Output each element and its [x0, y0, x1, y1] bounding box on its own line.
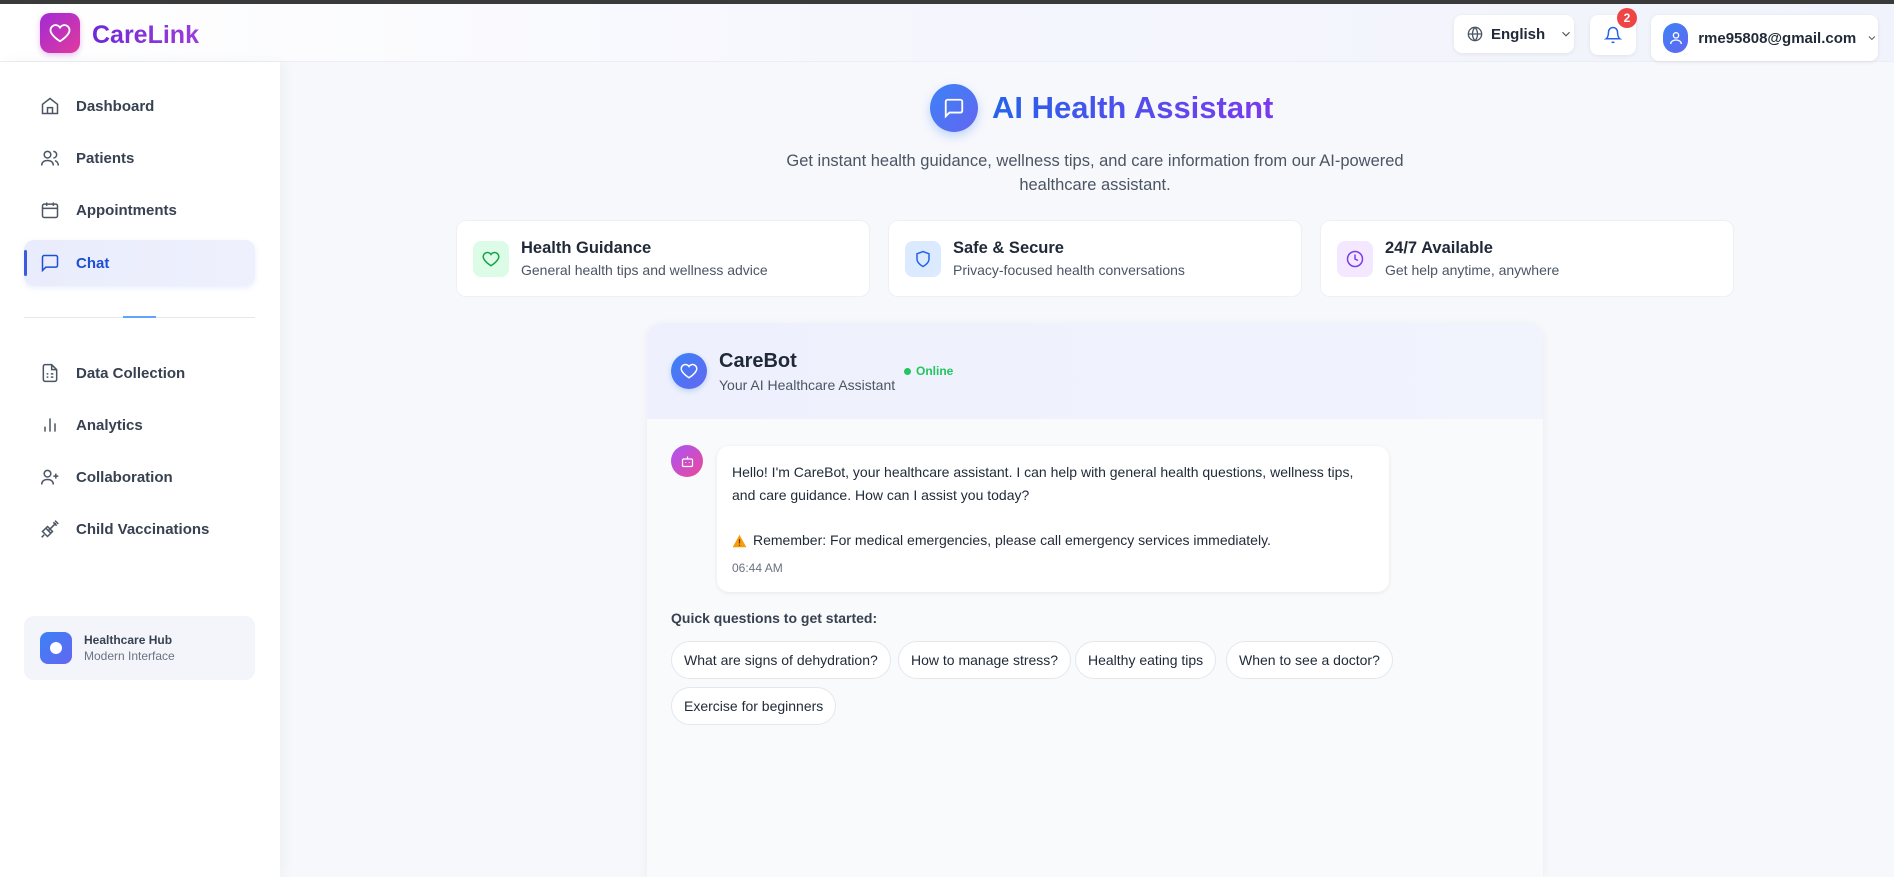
- status-label: Online: [916, 364, 954, 378]
- sidebar-divider-accent: [123, 316, 156, 318]
- status-badge: Online: [904, 364, 953, 378]
- avatar: [1663, 23, 1689, 53]
- heart-icon: [680, 363, 698, 379]
- message-warning: Remember: For medical emergencies, pleas…: [732, 529, 1374, 552]
- sidebar-item-label: Data Collection: [76, 364, 186, 382]
- sidebar-item-analytics[interactable]: Analytics: [24, 402, 255, 448]
- bot-role: Your AI Healthcare Assistant: [719, 377, 896, 393]
- feature-card-safe-secure: Safe & Secure Privacy-focused health con…: [888, 220, 1302, 297]
- sidebar-item-appointments[interactable]: Appointments: [24, 187, 255, 233]
- hub-subtitle: Modern Interface: [84, 649, 175, 663]
- sidebar-item-chat[interactable]: Chat: [24, 240, 255, 286]
- clock-icon: [1337, 240, 1373, 277]
- robot-icon: [681, 456, 693, 467]
- chat-icon: [41, 254, 59, 273]
- top-header: CareLink English 2 rme95808@gmail.com: [0, 4, 1894, 62]
- message-timestamp: 06:44 AM: [732, 561, 783, 575]
- logo[interactable]: [40, 13, 80, 53]
- feature-subtitle: Privacy-focused health conversations: [953, 262, 1185, 278]
- chat-header: CareBot Your AI Healthcare Assistant Onl…: [647, 323, 1543, 419]
- sidebar-item-label: Child Vaccinations: [76, 520, 210, 538]
- quick-question-chip[interactable]: When to see a doctor?: [1226, 641, 1393, 679]
- chevron-down-icon: [1562, 31, 1571, 37]
- hub-title: Healthcare Hub: [84, 633, 173, 647]
- sidebar-item-label: Patients: [76, 149, 135, 167]
- sidebar-item-label: Analytics: [76, 416, 143, 434]
- bot-avatar: [671, 353, 707, 389]
- feature-card-health-guidance: Health Guidance General health tips and …: [456, 220, 870, 297]
- page-title: AI Health Assistant: [992, 90, 1274, 125]
- bot-message-avatar: [671, 445, 703, 477]
- chevron-down-icon: [1868, 36, 1876, 41]
- sidebar-item-dashboard[interactable]: Dashboard: [24, 83, 255, 129]
- user-plus-icon: [40, 469, 59, 485]
- hub-icon: [40, 632, 72, 664]
- quick-question-chip[interactable]: What are signs of dehydration?: [671, 641, 891, 679]
- sidebar-item-label: Appointments: [76, 201, 177, 219]
- sidebar: Dashboard Patients Appointments Chat Dat…: [0, 62, 280, 877]
- feature-subtitle: Get help anytime, anywhere: [1385, 262, 1560, 278]
- quick-question-chip[interactable]: Exercise for beginners: [671, 687, 837, 725]
- document-icon: [42, 363, 58, 383]
- bar-chart-icon: [44, 418, 56, 432]
- syringe-icon: [41, 520, 59, 538]
- feature-title: Safe & Secure: [953, 239, 1064, 257]
- sidebar-item-child-vaccinations[interactable]: Child Vaccinations: [24, 506, 255, 552]
- sidebar-item-patients[interactable]: Patients: [24, 135, 255, 181]
- globe-icon: [1467, 26, 1483, 42]
- feature-title: Health Guidance: [521, 239, 652, 257]
- healthcare-hub-card[interactable]: Healthcare Hub Modern Interface: [24, 616, 255, 680]
- feature-title: 24/7 Available: [1385, 239, 1493, 257]
- user-menu[interactable]: rme95808@gmail.com: [1651, 15, 1878, 61]
- chat-icon: [930, 84, 978, 132]
- brand-name[interactable]: CareLink: [92, 21, 199, 50]
- online-dot-icon: [904, 367, 911, 375]
- heart-icon: [473, 240, 509, 277]
- language-selector[interactable]: English: [1454, 15, 1574, 53]
- user-email: rme95808@gmail.com: [1698, 29, 1857, 47]
- chat-panel: CareBot Your AI Healthcare Assistant Onl…: [647, 323, 1543, 877]
- sidebar-item-label: Chat: [76, 254, 110, 272]
- users-icon: [40, 150, 60, 166]
- quick-questions-label: Quick questions to get started:: [671, 610, 878, 626]
- page-header: AI Health Assistant: [930, 84, 1273, 132]
- calendar-icon: [41, 202, 59, 219]
- sidebar-item-label: Collaboration: [76, 468, 173, 486]
- user-icon: [1669, 32, 1682, 45]
- sidebar-item-data-collection[interactable]: Data Collection: [24, 350, 255, 396]
- warning-text: Remember: For medical emergencies, pleas…: [753, 532, 1271, 548]
- sidebar-item-label: Dashboard: [76, 97, 155, 115]
- message-text: Hello! I'm CareBot, your healthcare assi…: [732, 464, 1354, 503]
- language-label: English: [1491, 25, 1546, 43]
- warning-icon: [732, 534, 747, 547]
- heart-icon: [49, 24, 71, 43]
- feature-subtitle: General health tips and wellness advice: [521, 262, 768, 278]
- bot-name: CareBot: [719, 350, 797, 372]
- shield-icon: [905, 240, 941, 277]
- quick-question-chip[interactable]: How to manage stress?: [898, 641, 1072, 679]
- feature-card-available: 24/7 Available Get help anytime, anywher…: [1320, 220, 1734, 297]
- page-subtitle: Get instant health guidance, wellness ti…: [786, 152, 1404, 194]
- quick-question-chip[interactable]: Healthy eating tips: [1075, 641, 1217, 679]
- notification-badge: 2: [1617, 8, 1637, 28]
- sidebar-item-collaboration[interactable]: Collaboration: [24, 454, 255, 500]
- home-icon: [41, 97, 59, 115]
- bell-icon: [1604, 26, 1622, 44]
- bot-message: Hello! I'm CareBot, your healthcare assi…: [717, 446, 1389, 592]
